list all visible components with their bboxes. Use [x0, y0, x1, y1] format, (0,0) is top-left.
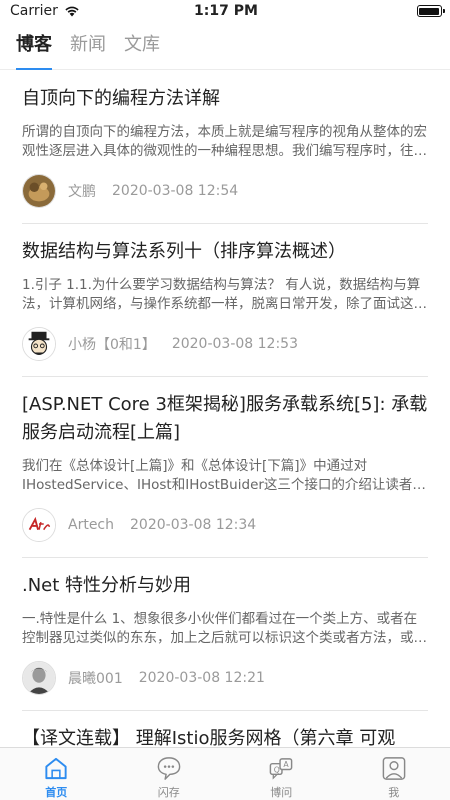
svg-text:A: A — [284, 760, 290, 769]
post-item[interactable]: [ASP.NET Core 3框架揭秘]服务承载系统[5]: 承载服务启动流程[… — [22, 377, 428, 558]
bottom-tab-flash[interactable]: 闪存 — [113, 748, 226, 800]
author-name[interactable]: 小杨【0和1】 — [68, 334, 156, 354]
post-meta: 小杨【0和1】 2020-03-08 12:53 — [22, 326, 428, 362]
status-time: 1:17 PM — [194, 3, 258, 19]
bottom-tab-me[interactable]: 我 — [338, 748, 450, 800]
author-name[interactable]: Artech — [68, 517, 114, 533]
status-bar: Carrier 1:17 PM — [0, 0, 450, 22]
status-right — [322, 5, 445, 17]
post-item[interactable]: 自顶向下的编程方法详解 所谓的自顶向下的编程方法，本质上就是编写程序的视角从整体… — [22, 71, 428, 224]
tab-news[interactable]: 新闻 — [70, 22, 106, 70]
post-title[interactable]: 自顶向下的编程方法详解 — [22, 85, 428, 113]
author-name[interactable]: 晨曦001 — [68, 668, 123, 688]
post-time: 2020-03-08 12:34 — [130, 517, 257, 533]
avatar[interactable] — [22, 174, 56, 208]
post-summary: 我们在《总体设计[上篇]》和《总体设计[下篇]》中通过对IHostedServi… — [22, 458, 426, 493]
post-time: 2020-03-08 12:21 — [138, 670, 265, 686]
author-name[interactable]: 文鹏 — [68, 181, 96, 201]
wifi-icon — [65, 6, 79, 17]
post-meta: 晨曦001 2020-03-08 12:21 — [22, 660, 428, 696]
post-title[interactable]: .Net 特性分析与妙用 — [22, 572, 428, 600]
bottom-tab-home[interactable]: 首页 — [0, 748, 113, 800]
post-meta: 文鹏 2020-03-08 12:54 — [22, 173, 428, 209]
post-feed[interactable]: 自顶向下的编程方法详解 所谓的自顶向下的编程方法，本质上就是编写程序的视角从整体… — [0, 71, 450, 747]
bottom-tab-label: 闪存 — [157, 786, 180, 799]
avatar[interactable] — [22, 661, 56, 695]
top-tab-bar: 博客 新闻 文库 — [0, 22, 450, 70]
post-title[interactable]: [ASP.NET Core 3框架揭秘]服务承载系统[5]: 承载服务启动流程[… — [22, 391, 428, 447]
flash-chat-icon — [157, 757, 181, 780]
profile-icon — [382, 757, 406, 780]
bottom-tab-label: 我 — [388, 786, 400, 799]
battery-fill — [419, 7, 440, 15]
post-meta: Artech 2020-03-08 12:34 — [22, 507, 428, 543]
post-title[interactable]: 数据结构与算法系列十（排序算法概述） — [22, 238, 428, 266]
bottom-tab-label: 博问 — [270, 786, 293, 799]
post-time: 2020-03-08 12:54 — [112, 183, 239, 199]
avatar[interactable] — [22, 508, 56, 542]
tab-blog[interactable]: 博客 — [16, 22, 52, 70]
svg-text:Q: Q — [274, 765, 280, 774]
bottom-tab-qa[interactable]: Q A 博问 — [225, 748, 338, 800]
avatar[interactable] — [22, 327, 56, 361]
battery-icon — [416, 5, 445, 17]
bottom-tab-bar: 首页 闪存 Q A 博问 我 — [0, 747, 450, 800]
post-summary: 一.特性是什么 1、想象很多小伙伴们都看过在一个类上方、或者在控制器见过类似的东… — [22, 611, 418, 646]
post-summary: 1.引子 1.1.为什么要学习数据结构与算法？ 有人说，数据结构与算法，计算机网… — [22, 277, 427, 312]
carrier-label: Carrier — [10, 3, 58, 19]
post-item[interactable]: 数据结构与算法系列十（排序算法概述） 1.引子 1.1.为什么要学习数据结构与算… — [22, 224, 428, 377]
status-left: Carrier — [10, 3, 130, 19]
tab-library[interactable]: 文库 — [124, 22, 160, 70]
post-item[interactable]: 【译文连载】 理解Istio服务网格（第六章 可观 — [22, 711, 428, 747]
qa-icon: Q A — [269, 758, 293, 780]
post-summary: 所谓的自顶向下的编程方法，本质上就是编写程序的视角从整体的宏观性逐层进入具体的微… — [22, 124, 427, 159]
post-title[interactable]: 【译文连载】 理解Istio服务网格（第六章 可观 — [22, 725, 428, 747]
bottom-tab-label: 首页 — [45, 786, 68, 799]
post-time: 2020-03-08 12:53 — [171, 336, 298, 352]
home-icon — [45, 757, 67, 780]
post-item[interactable]: .Net 特性分析与妙用 一.特性是什么 1、想象很多小伙伴们都看过在一个类上方… — [22, 558, 428, 711]
